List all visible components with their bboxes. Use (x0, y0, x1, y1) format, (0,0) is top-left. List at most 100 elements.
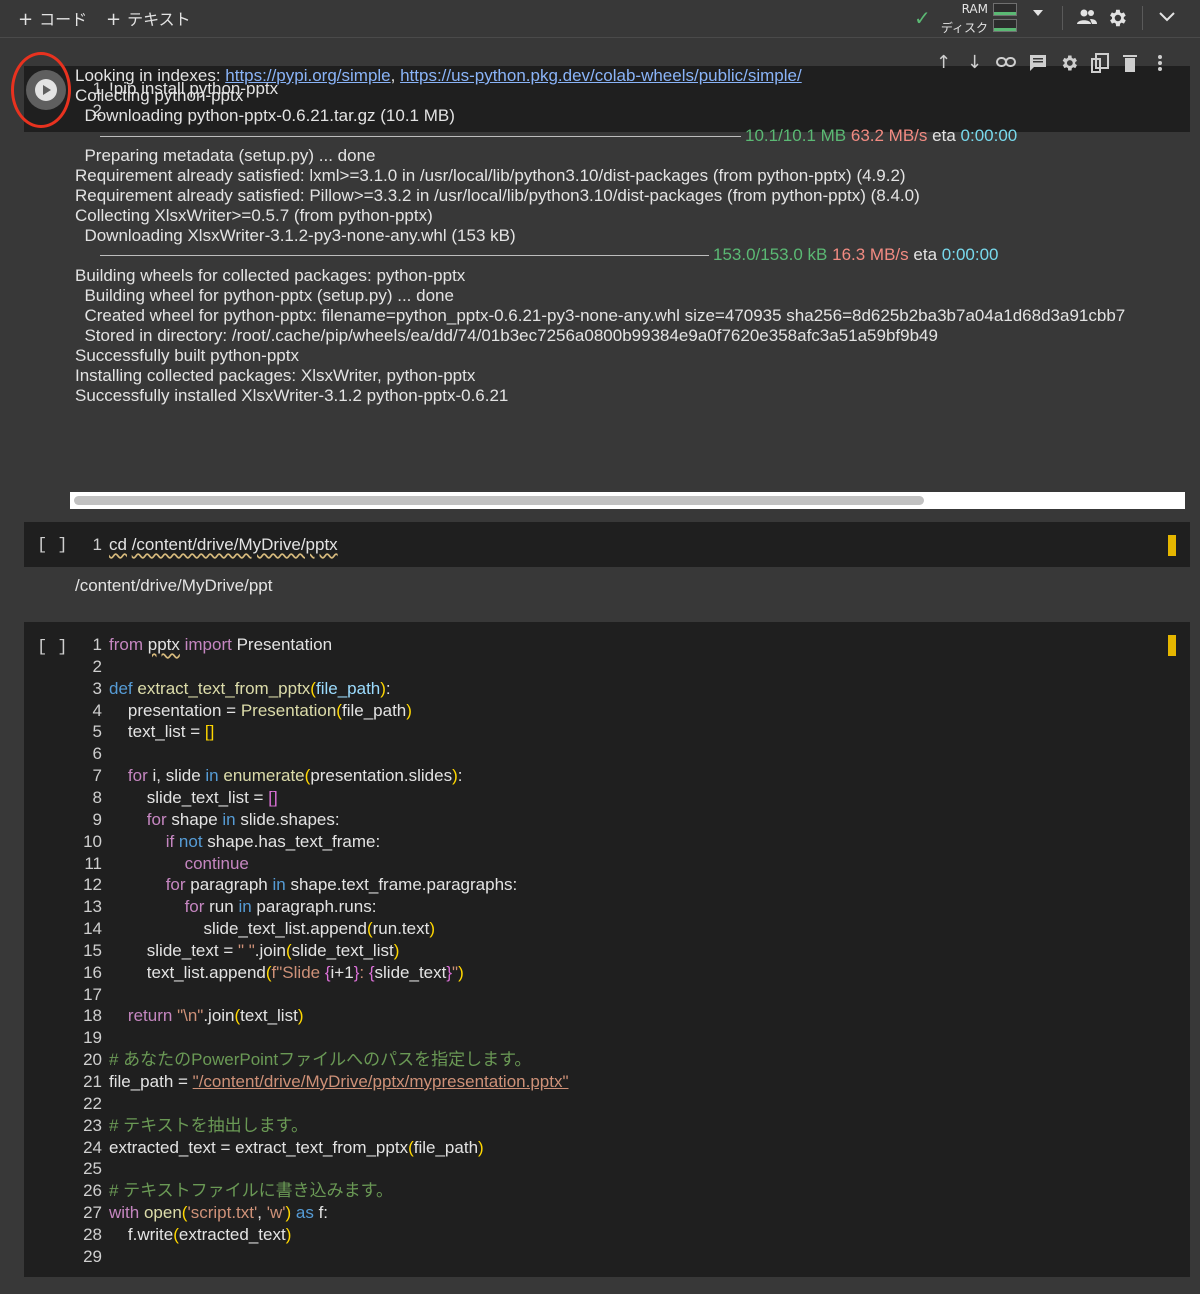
output-line: Successfully built python-pptx (75, 346, 299, 365)
run-cell-button[interactable] (26, 70, 66, 110)
move-down-icon[interactable]: ↓ (967, 52, 982, 73)
run-bracket[interactable]: [ ] (37, 638, 68, 657)
line-number: 9 (92, 809, 102, 829)
divider (1142, 6, 1143, 30)
unsaved-indicator (1168, 635, 1176, 656)
progress-stats: 153.0/153.0 kB 16.3 MB/s eta 0:00:00 (713, 245, 999, 264)
move-up-icon[interactable]: ↑ (936, 52, 951, 73)
progress-stats: 10.1/10.1 MB 63.2 MB/s eta 0:00:00 (745, 126, 1018, 145)
code-line: if not shape.has_text_frame: (165, 831, 381, 851)
code-line: for paragraph in shape.text_frame.paragr… (165, 875, 518, 895)
line-number: 5 (92, 722, 102, 742)
delete-trash-icon[interactable] (1123, 54, 1137, 72)
run-bracket[interactable]: [ ] (37, 536, 68, 555)
resource-monitor[interactable]: ✓ RAM ディスク (912, 2, 1052, 35)
output-line: Successfully installed XlsxWriter-3.1.2 … (75, 386, 509, 405)
line-number: 7 (92, 766, 102, 786)
play-icon (35, 79, 57, 101)
code-line: for run in paragraph.runs: (184, 897, 377, 917)
output-line: Requirement already satisfied: lxml>=3.1… (75, 166, 906, 185)
output-line: Downloading python-pptx-0.6.21.tar.gz (1… (75, 106, 455, 125)
divider (1062, 6, 1063, 30)
unsaved-indicator (1168, 535, 1176, 556)
code-cell-cd[interactable]: [ ] 1 cd /content/drive/MyDrive/pptx /co… (24, 522, 1190, 612)
code-line: text_list.append(f"Slide {i+1}: {slide_t… (109, 962, 464, 982)
progress-bar (100, 136, 741, 137)
more-vert-icon[interactable] (1158, 55, 1162, 71)
pypi-link[interactable]: https://pypi.org/simple (225, 66, 390, 85)
code-line: slide_text = " ".join(slide_text_list) (109, 940, 400, 960)
line-number: 12 (83, 875, 102, 895)
line-number: 11 (84, 853, 102, 873)
line-number: 14 (83, 919, 102, 939)
line-number: 1 (92, 535, 102, 554)
connected-check-icon: ✓ (914, 8, 931, 30)
line-number: 4 (92, 700, 102, 720)
progress-bar (100, 255, 709, 256)
output-line: Looking in indexes: https://pypi.org/sim… (75, 66, 802, 85)
code-editor[interactable]: [ ] 1 from pptx import Presentation 2 3 def … (24, 622, 1190, 1277)
code-cell-extract-text[interactable]: [ ] 1 from pptx import Presentation 2 3 def … (24, 622, 1190, 1277)
disk-label: ディスク (940, 21, 988, 35)
settings-gear-icon[interactable] (1106, 7, 1128, 29)
ram-bar (993, 3, 1017, 16)
scrollbar-thumb[interactable] (74, 496, 924, 505)
line-number: 13 (83, 897, 102, 917)
output-line: Collecting XlsxWriter>=0.5.7 (from pytho… (75, 206, 433, 225)
code-line: file_path = "/content/drive/MyDrive/pptx… (109, 1072, 569, 1091)
code-cell-pip-install[interactable]: 1 !pip install python-pptx 2 Looking in … (24, 66, 1190, 510)
cell-output: Looking in indexes: https://pypi.org/sim… (24, 66, 1190, 510)
code-line: text_list = [] (109, 722, 215, 742)
mirror-cell-icon[interactable] (1091, 53, 1109, 73)
ram-label: RAM (961, 2, 988, 16)
code-line: # あなたのPowerPointファイルへのパスを指定します。 (109, 1050, 532, 1070)
line-number: 25 (83, 1159, 102, 1179)
line-number: 10 (83, 831, 102, 851)
code-line: slide_text_list.append(run.text) (109, 919, 436, 939)
add-code-button[interactable]: + コード (18, 6, 87, 30)
line-number: 16 (83, 962, 102, 982)
line-number: 26 (83, 1181, 102, 1201)
cell-settings-icon[interactable] (1059, 53, 1079, 73)
link-icon[interactable] (996, 56, 1016, 68)
code-line: return "\n".join(text_list) (127, 1006, 304, 1026)
plus-icon: + (18, 9, 34, 30)
line-number: 27 (83, 1203, 102, 1223)
code-line: slide_text_list = [] (109, 787, 278, 807)
code-editor[interactable]: [ ] 1 cd /content/drive/MyDrive/pptx (24, 522, 1190, 567)
code-line: cd /content/drive/MyDrive/pptx (109, 535, 338, 554)
code-line: # テキストファイルに書き込みます。 (109, 1181, 393, 1201)
code-line: presentation = Presentation(file_path) (109, 700, 412, 720)
line-number: 18 (83, 1006, 102, 1026)
line-number: 3 (92, 678, 102, 698)
cell-output: /content/drive/MyDrive/ppt (75, 576, 273, 595)
code-line: extracted_text = extract_text_from_pptx(… (109, 1137, 484, 1157)
code-line: from pptx import Presentation (109, 635, 333, 654)
output-line: Preparing metadata (setup.py) ... done (75, 146, 376, 165)
code-line: for shape in slide.shapes: (146, 809, 340, 829)
top-toolbar: + コード + テキスト ✓ RAM ディスク (0, 0, 1200, 38)
output-line: Installing collected packages: XlsxWrite… (75, 366, 476, 385)
line-number: 15 (83, 940, 102, 960)
code-line: continue (184, 853, 249, 873)
runtime-dropdown-icon[interactable] (1033, 10, 1043, 16)
horizontal-scrollbar[interactable] (70, 492, 1185, 509)
colab-wheels-link[interactable]: https://us-python.pkg.dev/colab-wheels/p… (400, 66, 802, 85)
line-number: 1 (92, 635, 102, 654)
add-text-label: テキスト (127, 10, 191, 29)
line-number: 6 (92, 744, 102, 764)
code-line: f.write(extracted_text) (109, 1224, 292, 1244)
output-line: Downloading XlsxWriter-3.1.2-py3-none-an… (75, 226, 516, 245)
line-number: 22 (83, 1093, 102, 1113)
comment-icon[interactable] (1029, 54, 1047, 72)
line-number: 23 (83, 1115, 102, 1135)
line-number: 29 (83, 1246, 102, 1266)
cell-toolbar: ↑ ↓ (928, 52, 1178, 76)
output-line: Created wheel for python-pptx: filename=… (75, 306, 1126, 325)
output-line: Building wheels for collected packages: … (75, 266, 466, 285)
add-text-button[interactable]: + テキスト (106, 6, 191, 30)
line-number: 20 (83, 1050, 102, 1070)
line-number: 17 (83, 984, 102, 1004)
chevron-down-icon[interactable] (1159, 12, 1175, 22)
share-people-icon[interactable] (1076, 8, 1098, 26)
